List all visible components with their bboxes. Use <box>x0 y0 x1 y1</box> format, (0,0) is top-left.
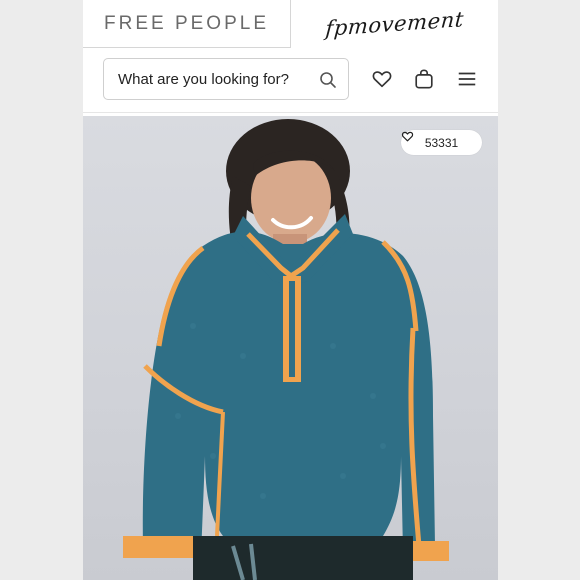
hamburger-menu-icon[interactable] <box>456 68 478 90</box>
like-count: 53331 <box>424 135 459 150</box>
tab-fp-movement[interactable]: fpmovement <box>291 0 498 47</box>
search-icon[interactable] <box>319 71 337 89</box>
brand-tabs: FREE PEOPLE fpmovement <box>83 0 498 49</box>
app-frame: FREE PEOPLE fpmovement What are you look… <box>83 0 498 580</box>
shopping-bag-icon[interactable] <box>413 68 435 90</box>
search-bar[interactable]: What are you looking for? <box>103 58 349 100</box>
search-input[interactable]: What are you looking for? <box>118 71 289 88</box>
model-illustration <box>123 119 449 580</box>
header-divider <box>83 112 498 113</box>
heart-icon <box>401 131 414 142</box>
product-image[interactable]: 53331 <box>83 116 498 580</box>
fp-movement-logo: fpmovement <box>324 6 465 41</box>
tab-free-people-label: FREE PEOPLE <box>104 12 269 34</box>
tab-free-people[interactable]: FREE PEOPLE <box>83 0 291 48</box>
like-count-badge[interactable]: 53331 <box>401 130 482 155</box>
heart-icon[interactable] <box>371 68 393 90</box>
